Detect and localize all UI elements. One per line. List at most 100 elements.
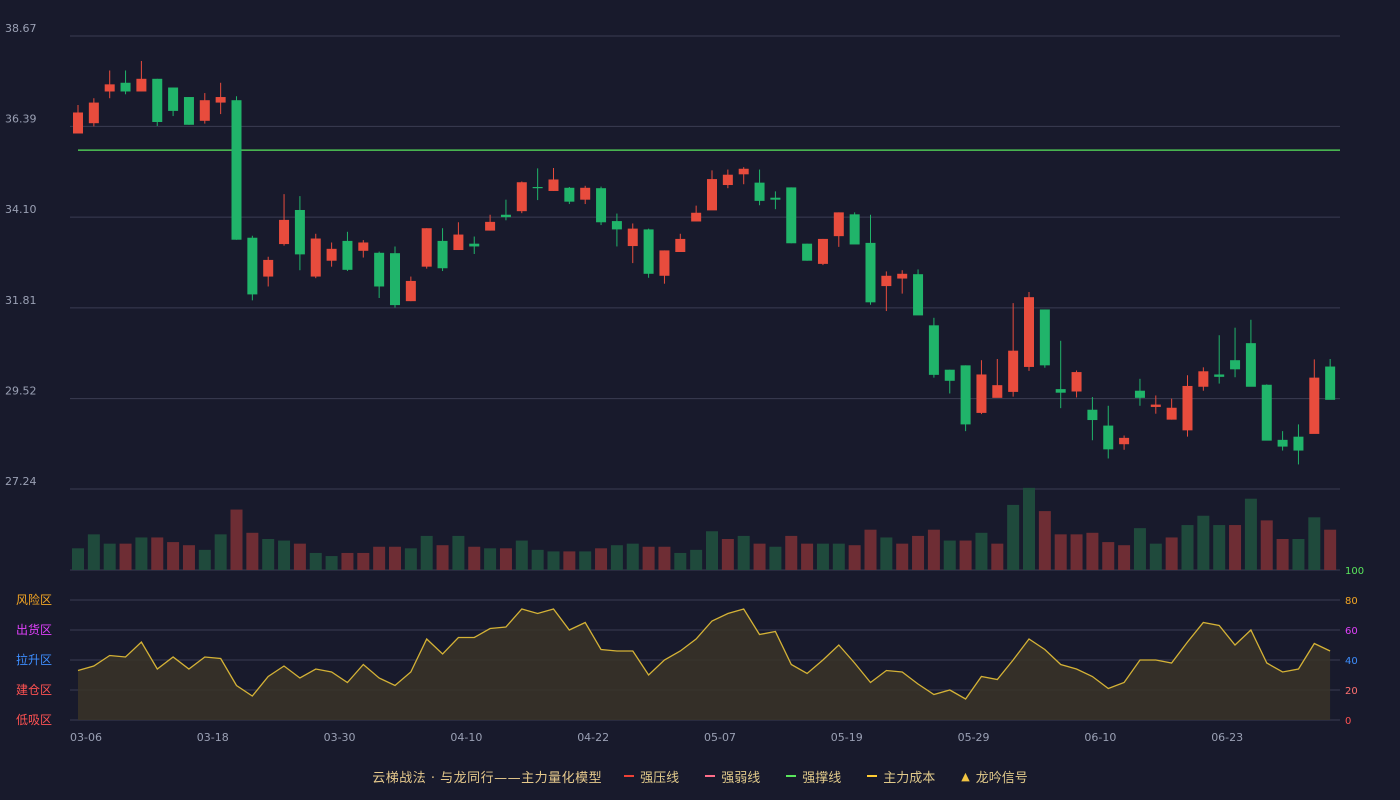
volume-bar: [87, 534, 100, 570]
date-tick-label: 05-19: [831, 731, 863, 744]
candle-body: [405, 280, 416, 302]
legend-label: 主力成本: [883, 770, 936, 786]
volume-bar: [1118, 545, 1131, 570]
candle-body: [120, 82, 131, 92]
zone-label: 出货区: [16, 622, 52, 637]
candle-body: [1134, 390, 1145, 398]
price-tick-label: 36.39: [5, 112, 37, 125]
legend-item-main-cost[interactable]: 主力成本: [867, 767, 935, 786]
legend-label: 强弱线: [721, 770, 761, 786]
candle-body: [1008, 350, 1019, 392]
date-tick-label: 05-07: [704, 731, 736, 744]
candle-body: [865, 242, 876, 303]
volume-bar: [801, 543, 814, 570]
volume-bar: [991, 543, 1004, 570]
volume-bar: [832, 543, 845, 570]
volume-bar: [1229, 525, 1242, 570]
volume-bar: [1054, 534, 1067, 570]
indicator-series: [77, 608, 1331, 720]
volume-bar: [1181, 525, 1194, 570]
volume-bar: [959, 540, 972, 570]
volume-bar: [309, 552, 322, 570]
candle-body: [1293, 436, 1304, 451]
volume-bar: [880, 537, 893, 570]
volume-bar: [1133, 528, 1146, 570]
indicator-tick-label: 100: [1345, 566, 1364, 577]
candle-body: [643, 229, 654, 274]
zone-label: 拉升区: [16, 652, 52, 667]
legend-item-dragon-signal[interactable]: ▲ 龙吟信号: [961, 767, 1027, 786]
volume-bar: [1149, 543, 1162, 570]
volume-bar: [420, 535, 433, 570]
zone-label: 风险区: [16, 592, 52, 607]
volume-bar: [642, 546, 655, 570]
candle-body: [770, 197, 781, 200]
candle-body: [786, 187, 797, 244]
candle-body: [960, 365, 971, 425]
candle-body: [802, 243, 813, 261]
volume-bar: [1165, 537, 1178, 570]
candle-body: [279, 219, 290, 245]
chart-canvas: 38.67 36.39 34.10 31.81 29.52 27.24 0 20 40 60 80…: [5, 22, 1364, 744]
candle-body: [1277, 439, 1288, 447]
volume-bar: [737, 535, 750, 570]
legend-swatch-solid-green: [786, 775, 797, 777]
candle-body: [1166, 407, 1177, 420]
candle-body: [263, 259, 274, 277]
candle-body: [326, 248, 337, 261]
indicator-tick-label: 20: [1345, 686, 1358, 697]
legend-item-support[interactable]: 强撑线: [786, 767, 841, 786]
volume-bar: [1213, 525, 1226, 570]
volume-bar: [484, 548, 497, 570]
grid-lines: [70, 35, 1340, 721]
price-tick-label: 34.10: [5, 203, 37, 216]
indicator-area: [78, 609, 1331, 720]
candle-body: [992, 385, 1003, 398]
volume-bar: [1292, 539, 1305, 570]
date-axis: 03-06 03-18 03-30 04-10 04-22 05-07 05-19 05-29…: [70, 731, 1243, 744]
candle-body: [881, 275, 892, 287]
candle-body: [199, 100, 210, 121]
volume-bar: [72, 548, 84, 570]
volume-bar: [135, 537, 148, 570]
volume-bar: [452, 535, 465, 570]
legend-item-resistance[interactable]: 强压线: [624, 767, 679, 786]
candle-body: [294, 209, 305, 255]
volume-bar: [785, 535, 798, 570]
candle-body: [500, 214, 511, 218]
legend-item-strength[interactable]: 强弱线: [705, 767, 760, 786]
candle-body: [516, 182, 527, 212]
volume-bar: [547, 551, 560, 570]
volume-bar: [1324, 529, 1337, 570]
candle-body: [247, 237, 258, 295]
triangle-icon: ▲: [961, 769, 970, 783]
volume-bar: [246, 532, 259, 570]
candle-body: [1150, 404, 1161, 407]
volume-bar: [690, 549, 703, 570]
date-tick-label: 06-23: [1211, 731, 1243, 744]
volume-bar: [769, 546, 782, 570]
volume-bar: [341, 552, 354, 570]
price-axis: 38.67 36.39 34.10 31.81 29.52 27.24: [5, 22, 37, 488]
volume-bar: [610, 545, 623, 570]
legend-label: 龙吟信号: [975, 770, 1028, 786]
date-tick-label: 05-29: [958, 731, 990, 744]
candle-body: [1261, 384, 1272, 441]
volume-bar: [626, 543, 639, 570]
candle-body: [231, 100, 242, 240]
volume-bar: [721, 539, 734, 570]
candlestick-series: [73, 60, 1336, 465]
volume-bar: [119, 543, 132, 570]
volume-bar: [848, 545, 861, 570]
volume-bar: [1102, 542, 1115, 570]
indicator-tick-label: 40: [1345, 656, 1358, 667]
volume-bar: [975, 532, 988, 570]
volume-bar: [214, 534, 227, 570]
volume-bar: [1244, 498, 1257, 570]
price-tick-label: 27.24: [5, 475, 37, 488]
volume-bar: [325, 556, 338, 570]
volume-bar: [468, 546, 481, 570]
candle-body: [1230, 360, 1241, 370]
volume-bar: [1038, 511, 1051, 570]
volume-bar: [278, 540, 291, 570]
